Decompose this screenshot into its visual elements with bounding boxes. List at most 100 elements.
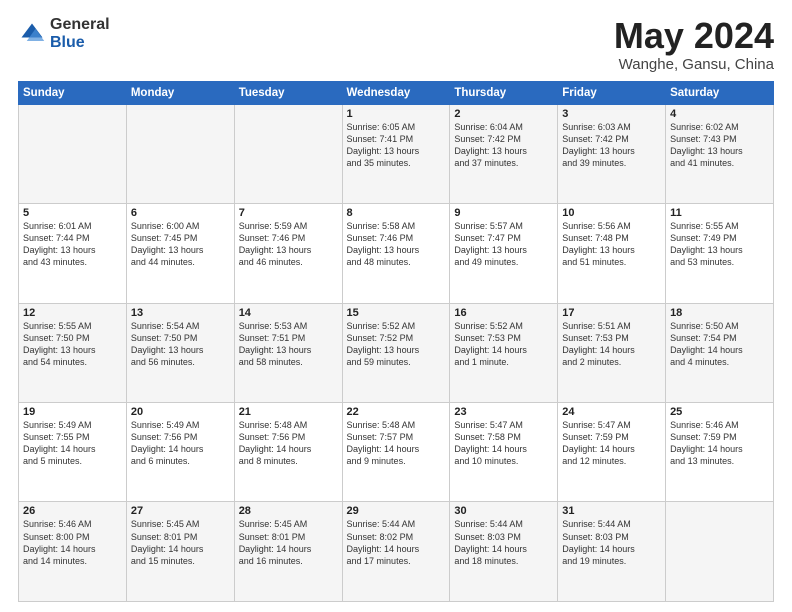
table-row: 5Sunrise: 6:01 AM Sunset: 7:44 PM Daylig… [19, 204, 127, 303]
day-number: 14 [239, 307, 338, 319]
day-number: 30 [454, 505, 553, 517]
day-number: 9 [454, 207, 553, 219]
logo-blue: Blue [50, 34, 110, 52]
day-info: Sunrise: 5:54 AM Sunset: 7:50 PM Dayligh… [131, 320, 230, 369]
page: General Blue May 2024 Wanghe, Gansu, Chi… [0, 0, 792, 612]
day-number: 15 [347, 307, 446, 319]
table-row: 16Sunrise: 5:52 AM Sunset: 7:53 PM Dayli… [450, 303, 558, 402]
day-info: Sunrise: 5:55 AM Sunset: 7:50 PM Dayligh… [23, 320, 122, 369]
day-number: 25 [670, 406, 769, 418]
day-info: Sunrise: 6:02 AM Sunset: 7:43 PM Dayligh… [670, 121, 769, 170]
day-info: Sunrise: 6:04 AM Sunset: 7:42 PM Dayligh… [454, 121, 553, 170]
table-row: 22Sunrise: 5:48 AM Sunset: 7:57 PM Dayli… [342, 403, 450, 502]
day-info: Sunrise: 5:44 AM Sunset: 8:03 PM Dayligh… [562, 518, 661, 567]
table-row: 7Sunrise: 5:59 AM Sunset: 7:46 PM Daylig… [234, 204, 342, 303]
table-row: 4Sunrise: 6:02 AM Sunset: 7:43 PM Daylig… [666, 104, 774, 203]
col-tuesday: Tuesday [234, 81, 342, 104]
day-info: Sunrise: 5:47 AM Sunset: 7:58 PM Dayligh… [454, 419, 553, 468]
day-number: 16 [454, 307, 553, 319]
table-row: 12Sunrise: 5:55 AM Sunset: 7:50 PM Dayli… [19, 303, 127, 402]
day-number: 7 [239, 207, 338, 219]
table-row: 30Sunrise: 5:44 AM Sunset: 8:03 PM Dayli… [450, 502, 558, 602]
table-row: 15Sunrise: 5:52 AM Sunset: 7:52 PM Dayli… [342, 303, 450, 402]
logo-text: General Blue [50, 16, 110, 51]
day-number: 10 [562, 207, 661, 219]
table-row: 29Sunrise: 5:44 AM Sunset: 8:02 PM Dayli… [342, 502, 450, 602]
day-number: 28 [239, 505, 338, 517]
day-number: 1 [347, 108, 446, 120]
table-row: 3Sunrise: 6:03 AM Sunset: 7:42 PM Daylig… [558, 104, 666, 203]
day-info: Sunrise: 6:05 AM Sunset: 7:41 PM Dayligh… [347, 121, 446, 170]
table-row: 21Sunrise: 5:48 AM Sunset: 7:56 PM Dayli… [234, 403, 342, 502]
table-row: 17Sunrise: 5:51 AM Sunset: 7:53 PM Dayli… [558, 303, 666, 402]
col-saturday: Saturday [666, 81, 774, 104]
day-number: 20 [131, 406, 230, 418]
header: General Blue May 2024 Wanghe, Gansu, Chi… [18, 16, 774, 73]
day-number: 4 [670, 108, 769, 120]
header-row: Sunday Monday Tuesday Wednesday Thursday… [19, 81, 774, 104]
day-number: 2 [454, 108, 553, 120]
day-number: 21 [239, 406, 338, 418]
title-location: Wanghe, Gansu, China [614, 56, 774, 73]
col-wednesday: Wednesday [342, 81, 450, 104]
day-info: Sunrise: 6:03 AM Sunset: 7:42 PM Dayligh… [562, 121, 661, 170]
table-row: 6Sunrise: 6:00 AM Sunset: 7:45 PM Daylig… [126, 204, 234, 303]
day-info: Sunrise: 5:45 AM Sunset: 8:01 PM Dayligh… [131, 518, 230, 567]
day-info: Sunrise: 5:46 AM Sunset: 8:00 PM Dayligh… [23, 518, 122, 567]
day-info: Sunrise: 5:58 AM Sunset: 7:46 PM Dayligh… [347, 220, 446, 269]
logo: General Blue [18, 16, 110, 51]
day-info: Sunrise: 6:00 AM Sunset: 7:45 PM Dayligh… [131, 220, 230, 269]
table-row: 25Sunrise: 5:46 AM Sunset: 7:59 PM Dayli… [666, 403, 774, 502]
table-row: 28Sunrise: 5:45 AM Sunset: 8:01 PM Dayli… [234, 502, 342, 602]
day-number: 17 [562, 307, 661, 319]
table-row: 19Sunrise: 5:49 AM Sunset: 7:55 PM Dayli… [19, 403, 127, 502]
table-row: 31Sunrise: 5:44 AM Sunset: 8:03 PM Dayli… [558, 502, 666, 602]
day-info: Sunrise: 5:48 AM Sunset: 7:56 PM Dayligh… [239, 419, 338, 468]
col-friday: Friday [558, 81, 666, 104]
day-number: 13 [131, 307, 230, 319]
col-sunday: Sunday [19, 81, 127, 104]
week-row-0: 1Sunrise: 6:05 AM Sunset: 7:41 PM Daylig… [19, 104, 774, 203]
day-info: Sunrise: 5:55 AM Sunset: 7:49 PM Dayligh… [670, 220, 769, 269]
table-row [666, 502, 774, 602]
day-number: 23 [454, 406, 553, 418]
day-info: Sunrise: 5:46 AM Sunset: 7:59 PM Dayligh… [670, 419, 769, 468]
table-row: 13Sunrise: 5:54 AM Sunset: 7:50 PM Dayli… [126, 303, 234, 402]
day-number: 27 [131, 505, 230, 517]
day-info: Sunrise: 5:45 AM Sunset: 8:01 PM Dayligh… [239, 518, 338, 567]
table-row: 26Sunrise: 5:46 AM Sunset: 8:00 PM Dayli… [19, 502, 127, 602]
day-info: Sunrise: 5:57 AM Sunset: 7:47 PM Dayligh… [454, 220, 553, 269]
table-row: 8Sunrise: 5:58 AM Sunset: 7:46 PM Daylig… [342, 204, 450, 303]
week-row-1: 5Sunrise: 6:01 AM Sunset: 7:44 PM Daylig… [19, 204, 774, 303]
day-info: Sunrise: 5:44 AM Sunset: 8:03 PM Dayligh… [454, 518, 553, 567]
week-row-3: 19Sunrise: 5:49 AM Sunset: 7:55 PM Dayli… [19, 403, 774, 502]
day-info: Sunrise: 5:47 AM Sunset: 7:59 PM Dayligh… [562, 419, 661, 468]
day-info: Sunrise: 5:49 AM Sunset: 7:56 PM Dayligh… [131, 419, 230, 468]
col-thursday: Thursday [450, 81, 558, 104]
table-row [126, 104, 234, 203]
table-row: 23Sunrise: 5:47 AM Sunset: 7:58 PM Dayli… [450, 403, 558, 502]
col-monday: Monday [126, 81, 234, 104]
logo-icon [18, 20, 46, 48]
day-number: 5 [23, 207, 122, 219]
table-row: 10Sunrise: 5:56 AM Sunset: 7:48 PM Dayli… [558, 204, 666, 303]
day-number: 3 [562, 108, 661, 120]
day-number: 24 [562, 406, 661, 418]
day-info: Sunrise: 5:50 AM Sunset: 7:54 PM Dayligh… [670, 320, 769, 369]
day-number: 26 [23, 505, 122, 517]
title-block: May 2024 Wanghe, Gansu, China [614, 16, 774, 73]
week-row-2: 12Sunrise: 5:55 AM Sunset: 7:50 PM Dayli… [19, 303, 774, 402]
table-row: 20Sunrise: 5:49 AM Sunset: 7:56 PM Dayli… [126, 403, 234, 502]
day-info: Sunrise: 5:48 AM Sunset: 7:57 PM Dayligh… [347, 419, 446, 468]
day-info: Sunrise: 5:44 AM Sunset: 8:02 PM Dayligh… [347, 518, 446, 567]
table-row [234, 104, 342, 203]
table-row: 14Sunrise: 5:53 AM Sunset: 7:51 PM Dayli… [234, 303, 342, 402]
day-info: Sunrise: 5:52 AM Sunset: 7:53 PM Dayligh… [454, 320, 553, 369]
table-row: 1Sunrise: 6:05 AM Sunset: 7:41 PM Daylig… [342, 104, 450, 203]
week-row-4: 26Sunrise: 5:46 AM Sunset: 8:00 PM Dayli… [19, 502, 774, 602]
table-row: 11Sunrise: 5:55 AM Sunset: 7:49 PM Dayli… [666, 204, 774, 303]
day-number: 8 [347, 207, 446, 219]
table-row: 27Sunrise: 5:45 AM Sunset: 8:01 PM Dayli… [126, 502, 234, 602]
logo-general: General [50, 16, 110, 34]
calendar-table: Sunday Monday Tuesday Wednesday Thursday… [18, 81, 774, 602]
